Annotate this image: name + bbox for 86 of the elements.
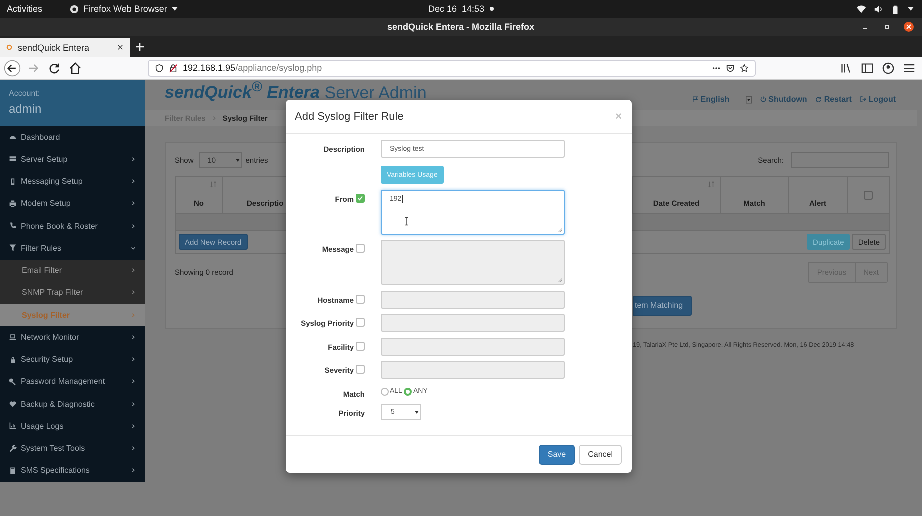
sidebar-item[interactable]: Backup & Diagnostic (0, 393, 145, 416)
sidebar-item[interactable]: Modem Setup (0, 192, 145, 215)
flag-icon (692, 96, 699, 103)
notification-dot-icon (490, 7, 494, 11)
caret-icon (415, 408, 419, 416)
account-name: admin (9, 102, 42, 116)
url-text: 192.168.1.95/appliance/syslog.php (183, 63, 322, 73)
text-field[interactable] (381, 290, 565, 308)
mobile-icon (9, 178, 17, 186)
checkbox[interactable] (356, 294, 365, 304)
dialog-title: Add Syslog Filter Rule (295, 110, 404, 122)
caret-icon (172, 7, 178, 11)
chevron-right-icon (131, 312, 136, 318)
key-icon (9, 378, 17, 386)
sidebar-item[interactable]: Security Setup (0, 348, 145, 371)
sidebar-item[interactable]: Usage Logs (0, 415, 145, 438)
power-icon (760, 96, 767, 103)
sort-icon (708, 181, 715, 188)
speaker-icon[interactable] (874, 4, 883, 14)
funnel-icon (9, 244, 17, 252)
close-icon[interactable] (117, 44, 124, 51)
checkbox[interactable] (356, 342, 365, 350)
caret-icon (236, 156, 240, 164)
cancel-button[interactable]: Cancel (579, 444, 622, 464)
heart-icon (9, 400, 17, 408)
gauge-icon (9, 133, 17, 142)
sidebar-item[interactable]: Network Monitor (0, 326, 145, 348)
text-field[interactable] (381, 338, 565, 356)
close-icon[interactable] (904, 22, 914, 32)
checkbox[interactable] (356, 365, 365, 374)
clock-time[interactable]: 14:53 (462, 4, 485, 14)
address-bar[interactable]: 192.168.1.95/appliance/syslog.php (148, 60, 756, 76)
sidebar-item[interactable]: Messaging Setup (0, 170, 145, 193)
sidebar-item[interactable]: Filter Rules (0, 237, 145, 260)
sort-icon (210, 181, 217, 188)
sidebar-item[interactable]: Dashboard (0, 126, 145, 148)
wifi-icon[interactable] (857, 4, 866, 14)
new-tab-icon[interactable] (135, 42, 145, 52)
text-cursor-icon (404, 216, 409, 226)
server-icon (9, 155, 17, 164)
chevron-right-icon (212, 116, 217, 120)
select-all-checkbox[interactable] (864, 190, 873, 200)
phone-icon (9, 222, 17, 230)
shield-icon (155, 64, 164, 72)
text-field[interactable] (381, 314, 565, 332)
sidebar-item[interactable]: SMS Specifications (0, 460, 145, 482)
caret-icon[interactable] (908, 7, 914, 11)
account-label: Account: (9, 89, 40, 98)
bar-chart-icon (9, 422, 17, 430)
logo: sendQuick$^{®}$ Entera Server Admin (165, 80, 427, 104)
checkbox[interactable] (356, 318, 365, 327)
sidebar-item[interactable]: Phone Book & Roster (0, 215, 145, 238)
wrench-icon (9, 444, 17, 453)
pocket-icon[interactable] (726, 64, 735, 72)
checkbox[interactable] (356, 244, 365, 253)
sidebar-item[interactable]: Server Setup (0, 148, 145, 170)
site-icon (6, 44, 13, 51)
dropdown-icon[interactable] (746, 96, 752, 104)
browser-tab[interactable]: sendQuick Entera (0, 38, 130, 57)
book-icon (9, 466, 17, 475)
clock-date[interactable]: Dec 16 (428, 4, 457, 14)
sidebar-item[interactable]: Password Management (0, 370, 145, 393)
activities-button[interactable]: Activities (7, 4, 43, 14)
resize-grip-icon[interactable] (558, 278, 563, 283)
printer-icon (9, 200, 17, 208)
back-icon[interactable] (4, 60, 21, 76)
pattern-matching-button[interactable]: tem Matching (633, 296, 692, 316)
logout-icon (860, 96, 867, 103)
window-title: sendQuick Entera - Mozilla Firefox (387, 22, 535, 32)
laptop-icon (9, 333, 17, 342)
resize-grip-icon[interactable] (558, 228, 563, 232)
chevron-right-icon (131, 268, 136, 274)
save-button[interactable]: Save (538, 444, 576, 464)
lock-icon (9, 356, 17, 364)
sidebar-item[interactable]: System Test Tools (0, 438, 145, 460)
refresh-icon (815, 96, 822, 103)
battery-icon[interactable] (891, 4, 900, 14)
text-field[interactable] (381, 361, 565, 379)
checkbox[interactable] (356, 194, 365, 202)
sidebar-subitem[interactable]: SNMP Trap Filter (0, 282, 145, 304)
star-icon[interactable] (740, 64, 749, 72)
sidebar-subitem[interactable]: Email Filter (0, 260, 145, 282)
insecure-lock-icon (169, 64, 178, 72)
app-menu[interactable]: Firefox Web Browser (84, 4, 168, 14)
maximize-icon[interactable] (882, 22, 892, 32)
chevron-right-icon (131, 290, 136, 296)
